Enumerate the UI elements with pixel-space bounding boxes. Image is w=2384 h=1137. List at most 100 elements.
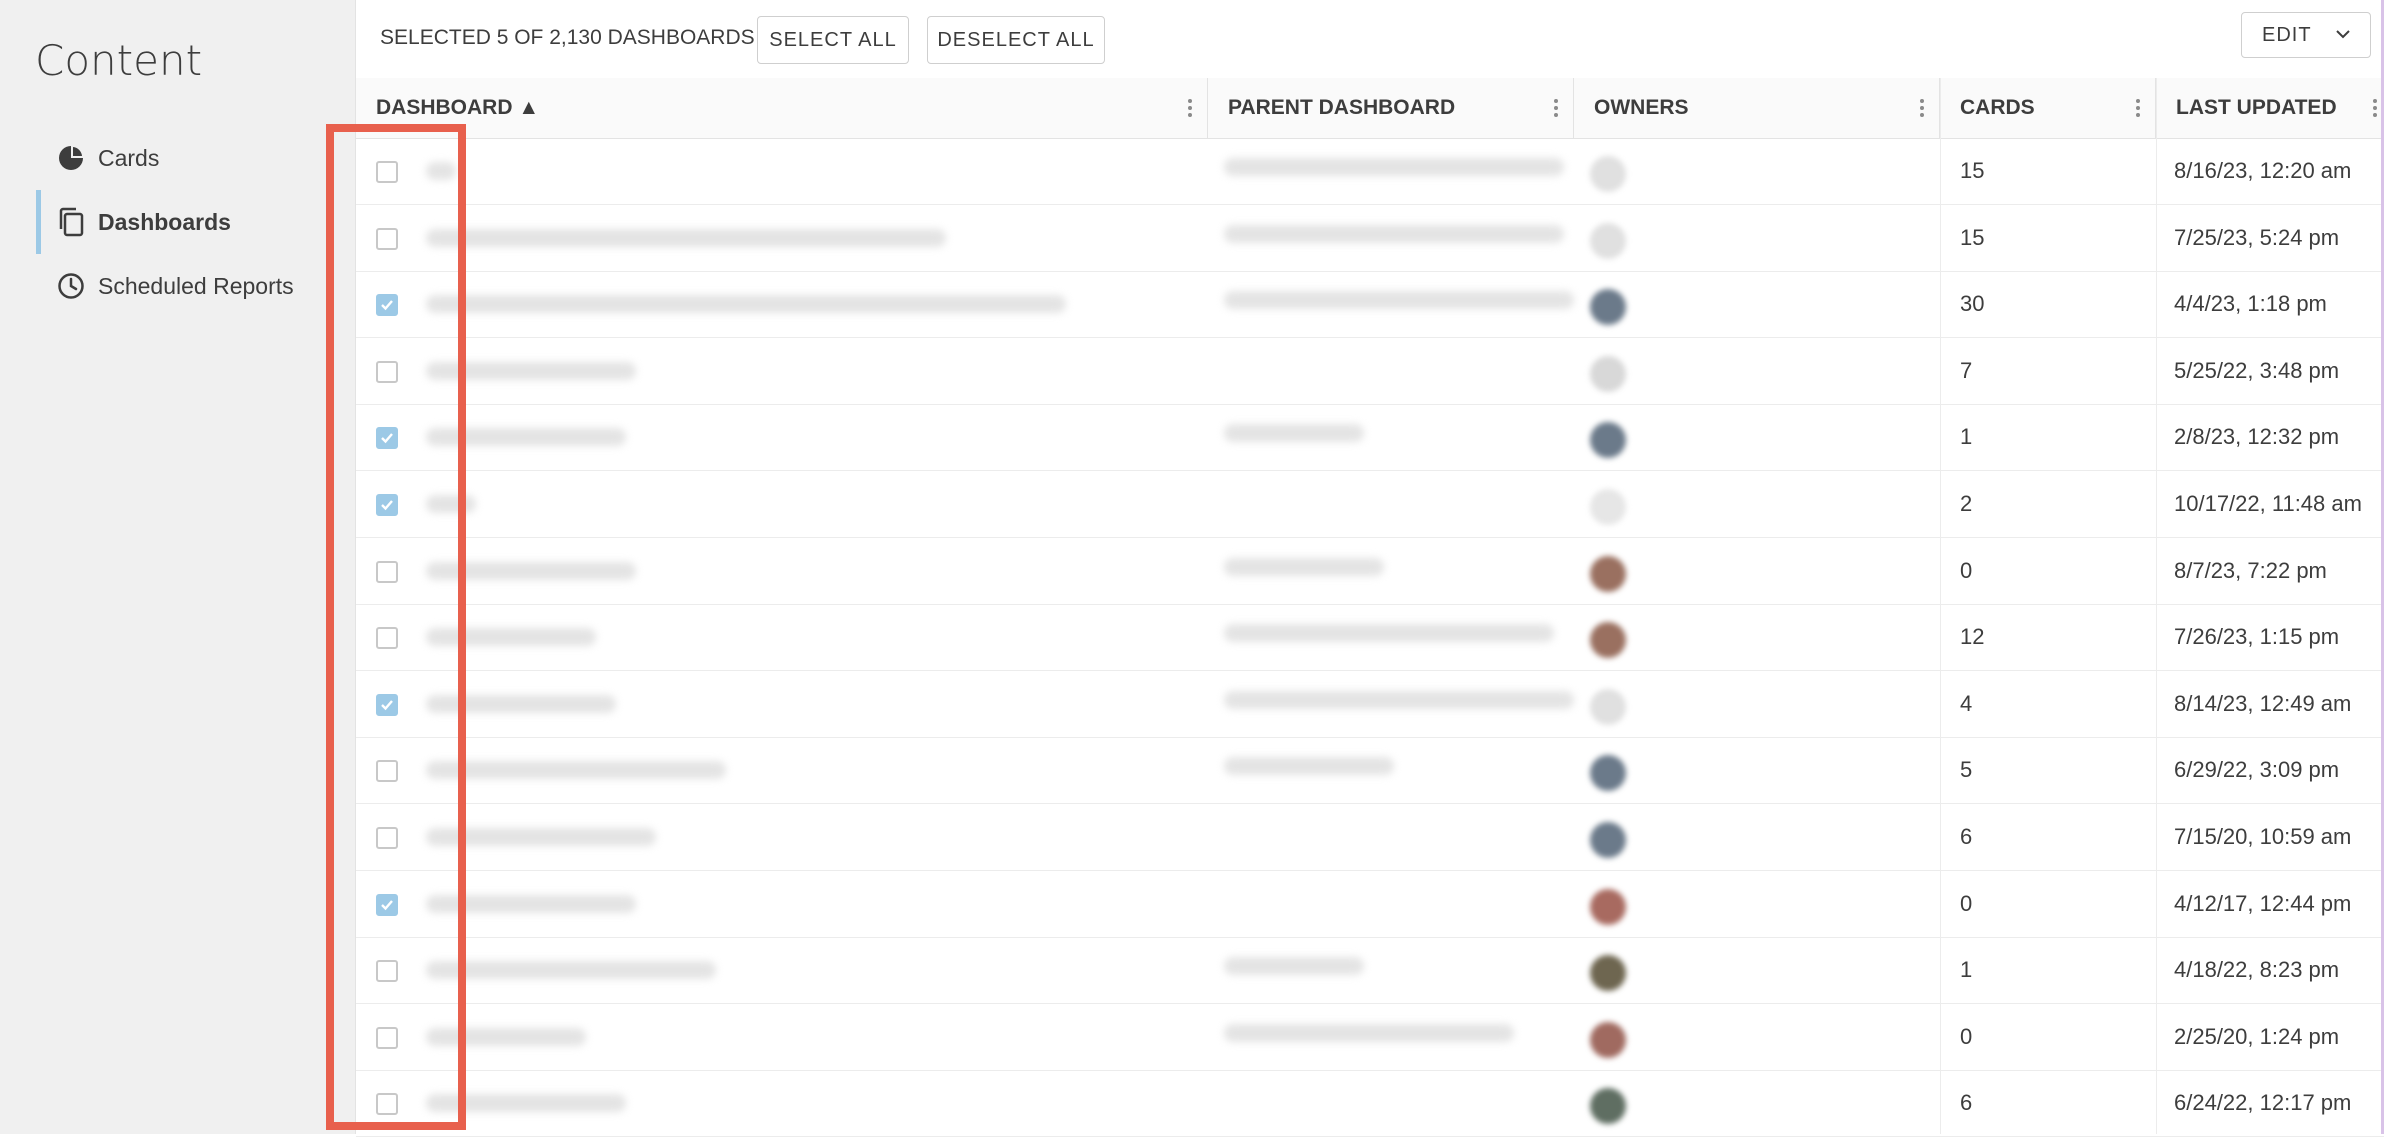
parent-dashboard-blurred[interactable] bbox=[1224, 690, 1574, 709]
column-header-owners[interactable]: OWNERS bbox=[1574, 78, 1940, 138]
sidebar-item-label: Cards bbox=[98, 144, 160, 171]
dashboard-name-blurred[interactable] bbox=[426, 162, 456, 180]
row-checkbox[interactable] bbox=[376, 494, 398, 516]
selection-count: SELECTED 5 OF 2,130 DASHBOARDS bbox=[380, 26, 755, 49]
kebab-menu-icon[interactable] bbox=[1187, 98, 1193, 124]
dashboard-name-blurred[interactable] bbox=[426, 428, 626, 447]
pie-chart-icon bbox=[56, 143, 86, 173]
dashboard-name-blurred[interactable] bbox=[426, 295, 1066, 314]
cards-count: 2 bbox=[1960, 491, 1973, 516]
table-row[interactable]: 6 6/24/22, 12:17 pm bbox=[356, 1070, 2384, 1137]
avatar bbox=[1590, 1088, 1626, 1125]
row-checkbox[interactable] bbox=[376, 227, 398, 250]
sidebar-title: Content bbox=[35, 36, 203, 85]
last-updated: 8/7/23, 7:22 pm bbox=[2174, 557, 2327, 583]
parent-dashboard-blurred[interactable] bbox=[1224, 158, 1564, 176]
table-row[interactable]: 1 2/8/23, 12:32 pm bbox=[356, 404, 2384, 472]
table-row[interactable]: 7 5/25/22, 3:48 pm bbox=[356, 338, 2384, 405]
row-checkbox[interactable] bbox=[376, 827, 398, 849]
cards-count: 30 bbox=[1960, 291, 1985, 317]
sidebar-item-cards[interactable]: Cards bbox=[36, 126, 336, 190]
dashboard-name-blurred[interactable] bbox=[426, 961, 716, 980]
sidebar-item-label: Scheduled Reports bbox=[98, 272, 294, 299]
dashboard-name-blurred[interactable] bbox=[426, 894, 636, 913]
table-row[interactable]: 12 7/26/23, 1:15 pm bbox=[356, 604, 2384, 672]
dashboard-name-blurred[interactable] bbox=[426, 228, 946, 247]
table-row[interactable]: 30 4/4/23, 1:18 pm bbox=[356, 271, 2384, 339]
last-updated: 7/26/23, 1:15 pm bbox=[2174, 624, 2340, 650]
kebab-menu-icon[interactable] bbox=[1919, 98, 1925, 124]
avatar bbox=[1590, 822, 1626, 858]
table-row[interactable]: 5 6/29/22, 3:09 pm bbox=[356, 737, 2384, 805]
selection-toolbar: SELECTED 5 OF 2,130 DASHBOARDS SELECT AL… bbox=[356, 0, 2384, 79]
dashboard-name-blurred[interactable] bbox=[426, 361, 636, 380]
column-header-cards[interactable]: CARDS bbox=[1940, 78, 2156, 138]
dashboard-name-blurred[interactable] bbox=[426, 561, 636, 580]
kebab-menu-icon[interactable] bbox=[1553, 98, 1559, 124]
avatar bbox=[1590, 489, 1626, 525]
table-row[interactable]: 15 8/16/23, 12:20 am bbox=[356, 138, 2384, 205]
check-icon bbox=[381, 899, 393, 910]
parent-dashboard-blurred[interactable] bbox=[1224, 1023, 1514, 1042]
row-checkbox[interactable] bbox=[376, 627, 398, 650]
row-checkbox[interactable] bbox=[376, 893, 398, 916]
table-row[interactable]: 0 4/12/17, 12:44 pm bbox=[356, 871, 2384, 938]
sidebar-item-label: Dashboards bbox=[98, 208, 231, 235]
avatar bbox=[1590, 422, 1626, 459]
dashboard-name-blurred[interactable] bbox=[426, 1027, 586, 1046]
avatar bbox=[1590, 289, 1626, 326]
last-updated: 5/25/22, 3:48 pm bbox=[2174, 357, 2340, 383]
sidebar-item-dashboards[interactable]: Dashboards bbox=[36, 190, 336, 254]
table-row[interactable]: 1 4/18/22, 8:23 pm bbox=[356, 937, 2384, 1005]
table-row[interactable]: 2 10/17/22, 11:48 am bbox=[356, 471, 2384, 538]
column-header-last-updated[interactable]: LAST UPDATED bbox=[2156, 78, 2384, 138]
row-checkbox[interactable] bbox=[376, 427, 398, 450]
row-checkbox[interactable] bbox=[376, 161, 398, 183]
avatar bbox=[1590, 755, 1626, 792]
parent-dashboard-blurred[interactable] bbox=[1224, 957, 1364, 976]
last-updated: 7/15/20, 10:59 am bbox=[2174, 824, 2352, 849]
kebab-menu-icon[interactable] bbox=[2135, 98, 2141, 124]
row-checkbox[interactable] bbox=[376, 360, 398, 383]
row-checkbox[interactable] bbox=[376, 1026, 398, 1049]
avatar bbox=[1590, 222, 1626, 259]
parent-dashboard-blurred[interactable] bbox=[1224, 557, 1384, 576]
sidebar-item-scheduled-reports[interactable]: Scheduled Reports bbox=[36, 254, 336, 318]
select-all-button[interactable]: SELECT ALL bbox=[757, 16, 909, 64]
parent-dashboard-blurred[interactable] bbox=[1224, 757, 1394, 776]
table-row[interactable]: 15 7/25/23, 5:24 pm bbox=[356, 205, 2384, 272]
deselect-all-button[interactable]: DESELECT ALL bbox=[927, 16, 1105, 64]
table-row[interactable]: 0 2/25/20, 1:24 pm bbox=[356, 1004, 2384, 1071]
dashboard-name-blurred[interactable] bbox=[426, 828, 656, 846]
dashboard-name-blurred[interactable] bbox=[426, 694, 616, 713]
dashboard-name-blurred[interactable] bbox=[426, 761, 726, 780]
parent-dashboard-blurred[interactable] bbox=[1224, 291, 1574, 310]
dashboard-name-blurred[interactable] bbox=[426, 1094, 626, 1113]
row-checkbox[interactable] bbox=[376, 294, 398, 317]
column-header-dashboard[interactable]: DASHBOARD ▲ bbox=[356, 78, 1208, 138]
sidebar: Content Cards Dashboards Scheduled Repor… bbox=[0, 0, 356, 1134]
avatar bbox=[1590, 1021, 1626, 1058]
parent-dashboard-blurred[interactable] bbox=[1224, 224, 1564, 243]
dashboard-name-blurred[interactable] bbox=[426, 495, 476, 513]
parent-dashboard-blurred[interactable] bbox=[1224, 624, 1554, 643]
row-checkbox[interactable] bbox=[376, 760, 398, 783]
row-checkbox[interactable] bbox=[376, 560, 398, 583]
column-header-parent-dashboard[interactable]: PARENT DASHBOARD bbox=[1208, 78, 1574, 138]
cards-count: 1 bbox=[1960, 424, 1973, 450]
last-updated: 4/4/23, 1:18 pm bbox=[2174, 291, 2327, 317]
row-checkbox[interactable] bbox=[376, 960, 398, 983]
parent-dashboard-blurred[interactable] bbox=[1224, 424, 1364, 443]
column-label: CARDS bbox=[1960, 96, 2035, 119]
row-checkbox[interactable] bbox=[376, 1093, 398, 1116]
table-row[interactable]: 0 8/7/23, 7:22 pm bbox=[356, 538, 2384, 605]
edit-dropdown-button[interactable]: EDIT bbox=[2241, 12, 2371, 58]
table-row[interactable]: 6 7/15/20, 10:59 am bbox=[356, 804, 2384, 871]
row-checkbox[interactable] bbox=[376, 693, 398, 716]
table-row[interactable]: 4 8/14/23, 12:49 am bbox=[356, 671, 2384, 738]
avatar bbox=[1590, 955, 1626, 992]
kebab-menu-icon[interactable] bbox=[2372, 98, 2378, 124]
last-updated: 2/25/20, 1:24 pm bbox=[2174, 1023, 2340, 1049]
dashboard-name-blurred[interactable] bbox=[426, 628, 596, 647]
cards-count: 6 bbox=[1960, 824, 1973, 849]
